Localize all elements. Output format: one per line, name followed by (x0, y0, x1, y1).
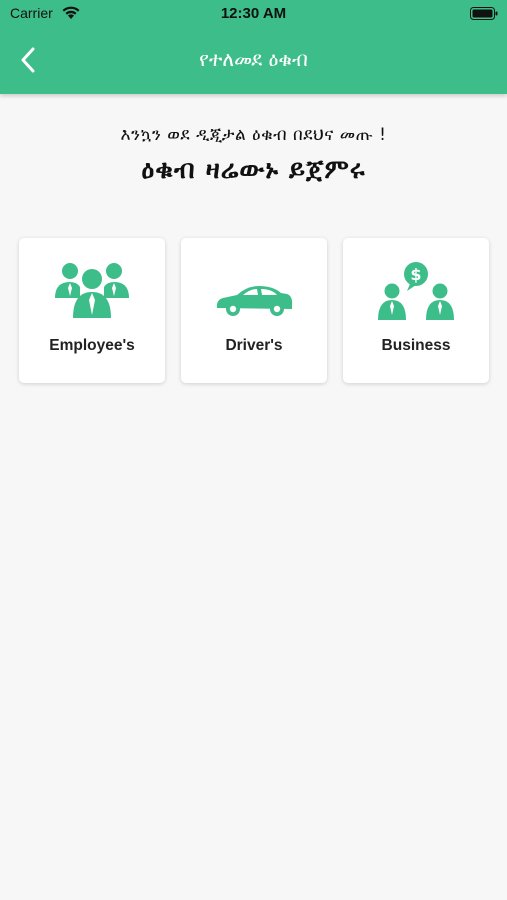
employees-card[interactable]: Employee's (19, 238, 165, 383)
employees-group-icon (55, 263, 129, 318)
business-card[interactable]: $ Business (343, 238, 489, 383)
car-icon (216, 286, 293, 316)
category-cards: Employee's Driver's $ Business (19, 238, 490, 383)
status-time: 12:30 AM (220, 5, 287, 22)
back-button[interactable] (10, 42, 46, 78)
business-people-money-icon: $ (378, 262, 454, 320)
app-header: Carrier 12:30 AM የተለመደ ዕቁብ (0, 0, 507, 94)
drivers-card[interactable]: Driver's (181, 238, 327, 383)
battery-icon (470, 7, 498, 20)
status-bar: Carrier 12:30 AM (0, 0, 507, 28)
welcome-subtitle: እንኳን ወደ ዲጂታል ዕቁብ በደህና መጡ ! (120, 125, 387, 145)
svg-text:$: $ (410, 265, 421, 284)
navigation-bar: የተለመደ ዕቁብ (0, 28, 507, 94)
business-label: Business (381, 337, 451, 354)
employees-label: Employee's (49, 337, 135, 354)
welcome-title: ዕቁብ ዛሬውኑ ይጀምሩ (141, 155, 366, 185)
welcome-section: እንኳን ወደ ዲጂታል ዕቁብ በደህና መጡ ! ዕቁብ ዛሬውኑ ይጀምሩ (0, 125, 507, 186)
drivers-label: Driver's (225, 337, 283, 354)
chevron-left-icon (21, 47, 35, 73)
page-title: የተለመደ ዕቁብ (199, 47, 308, 71)
